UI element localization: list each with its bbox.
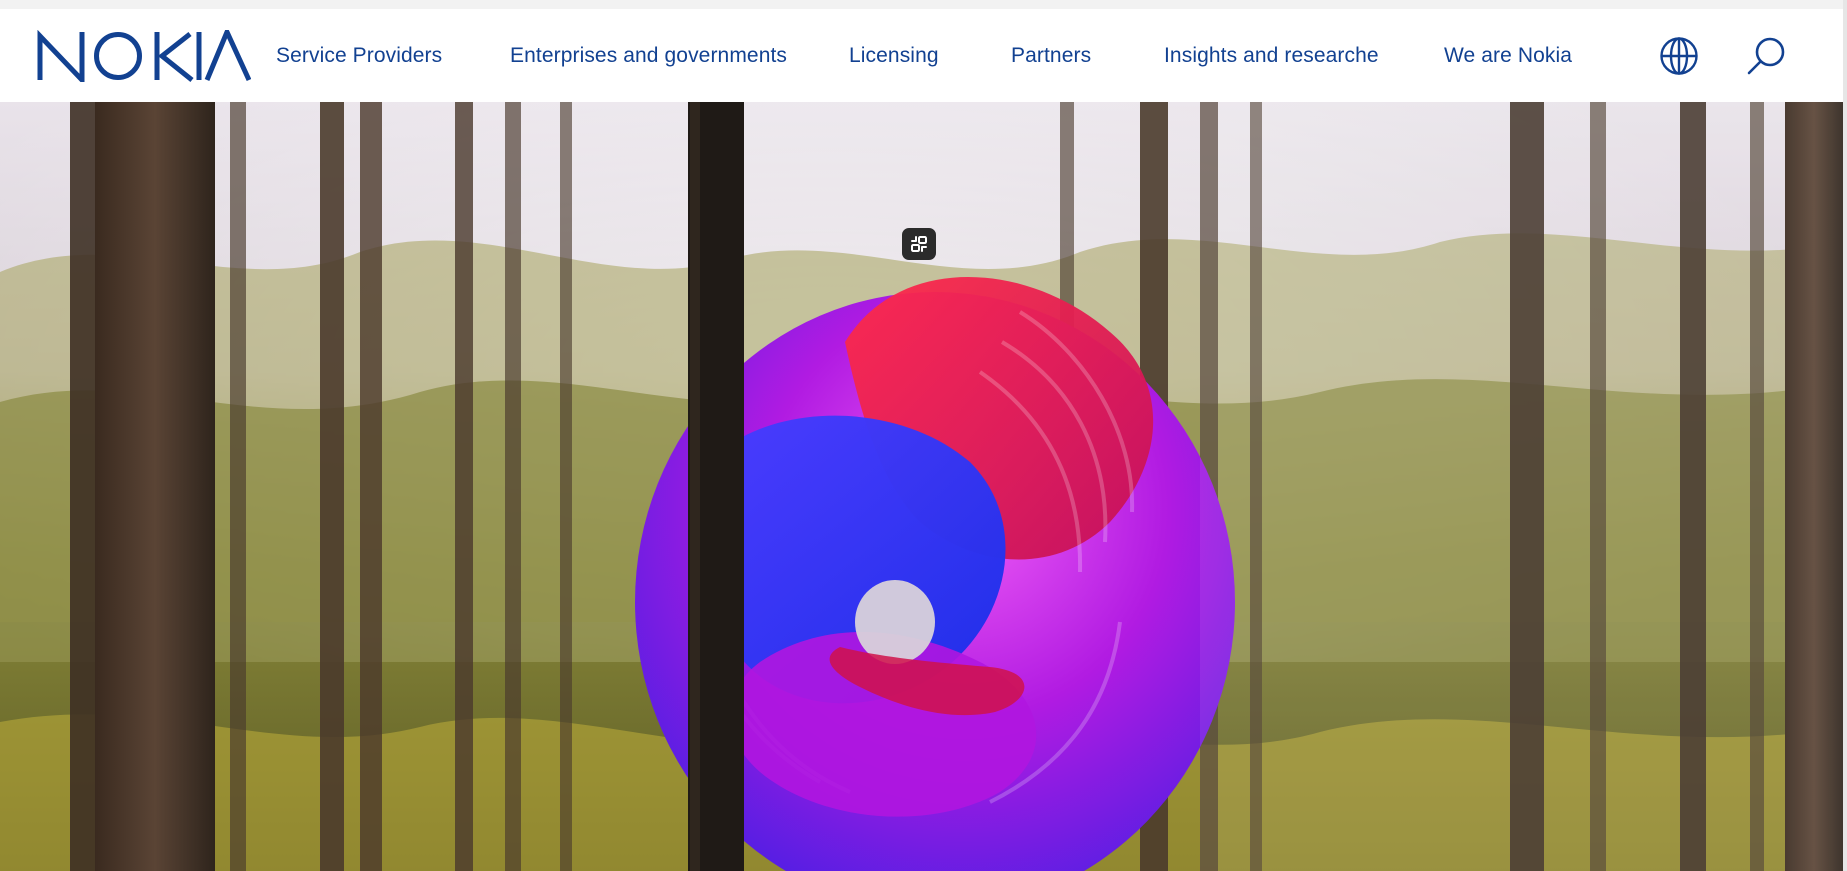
hero-video[interactable]: [0, 102, 1843, 871]
search-icon[interactable]: [1746, 36, 1786, 76]
nav-link-licensing[interactable]: Licensing: [849, 9, 939, 102]
nav-link-we-are-nokia[interactable]: We are Nokia: [1444, 9, 1572, 102]
nav-link-insights-and-research[interactable]: Insights and researche: [1164, 9, 1379, 102]
forest-background: [0, 102, 1843, 871]
browser-top-strip: [0, 0, 1847, 9]
nav-link-enterprises-and-governments[interactable]: Enterprises and governments: [510, 9, 787, 102]
page-scrollbar-edge: [1843, 0, 1847, 871]
primary-navigation: Service Providers Enterprises and govern…: [0, 9, 1843, 102]
video-control-button[interactable]: [902, 228, 936, 260]
nav-link-service-providers[interactable]: Service Providers: [276, 9, 442, 102]
site-header: Service Providers Enterprises and govern…: [0, 9, 1843, 102]
exit-fullscreen-icon: [911, 236, 927, 252]
globe-icon[interactable]: [1659, 36, 1699, 76]
nav-link-partners[interactable]: Partners: [1011, 9, 1091, 102]
